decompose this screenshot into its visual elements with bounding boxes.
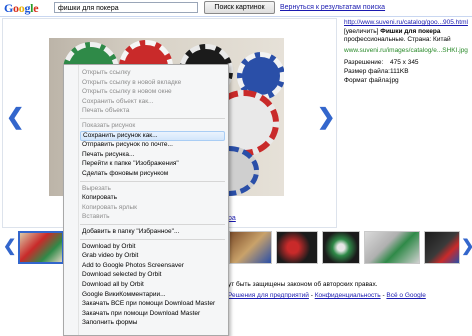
footer-separator: - — [382, 292, 385, 299]
context-menu-item: Сохранить объект как... — [82, 97, 154, 105]
context-menu-item[interactable]: Сохранить рисунок как... — [80, 130, 225, 141]
image-caption-link[interactable]: ра — [228, 215, 236, 222]
context-menu-item[interactable]: Печать рисунка... — [80, 150, 225, 160]
thumbnail-selected[interactable] — [18, 231, 64, 264]
context-menu: Открыть ссылку Открыть ссылку в новой вкл… — [63, 64, 229, 336]
context-menu-item: Открыть ссылку в новой вкладке — [82, 78, 182, 86]
context-menu-item: Вставить — [82, 213, 110, 221]
info-label: Формат файла: — [344, 77, 391, 84]
business-solutions-link[interactable]: Решения для предприятий — [228, 292, 309, 299]
context-menu-item: Открыть ссылку в новом окне — [82, 88, 172, 96]
context-menu-item[interactable]: Grab video by Orbit — [80, 251, 225, 261]
description-title: Фишки для покера — [380, 28, 441, 35]
context-menu-item[interactable]: Отправить рисунок по почте... — [80, 140, 225, 150]
source-page-link[interactable]: http://www.suveni.ru/catalog/goo...905.h… — [344, 19, 468, 26]
image-file-url[interactable]: www.suveni.ru/images/catalog/e...SHKI.jp… — [344, 47, 468, 54]
context-menu-item: Показать рисунок — [82, 122, 136, 129]
back-to-results-link[interactable]: Вернуться к результатам поиска — [280, 4, 385, 11]
enlarge-link[interactable]: [увеличить] — [344, 28, 378, 35]
context-menu-item: Копировать ярлык — [82, 203, 138, 211]
search-input[interactable]: фишки для покера — [54, 2, 198, 13]
thumbnail[interactable] — [364, 231, 420, 264]
menu-separator — [80, 118, 225, 119]
context-menu-item[interactable]: Сделать фоновым рисунком — [80, 169, 225, 179]
context-menu-item: Печать объекта — [82, 107, 130, 115]
thumbnail[interactable] — [229, 231, 272, 264]
previous-image-arrow-icon[interactable]: ❮ — [6, 106, 24, 128]
image-description: [увеличить] Фишки для покера профессиона… — [344, 28, 469, 44]
about-google-link[interactable]: Всё о Google — [386, 292, 425, 299]
context-menu-item[interactable]: Download by Orbit — [80, 242, 225, 252]
context-menu-item[interactable]: Закачать при помощи Download Master — [80, 309, 225, 319]
description-text: профессиональные. Страна: Китай — [344, 36, 451, 43]
thumbnail[interactable] — [276, 231, 318, 264]
info-row-file-format: Формат файла: jpg — [344, 77, 399, 84]
logo-letter: G — [4, 1, 14, 15]
strip-previous-arrow-icon[interactable]: ❮ — [3, 236, 16, 258]
info-row-resolution: Разрешение: 475 x 345 — [344, 59, 419, 66]
context-menu-item[interactable]: Перейти к папке "Изображения" — [80, 159, 225, 169]
thumbnail[interactable] — [424, 231, 460, 264]
context-menu-item[interactable]: Add to Google Photos Screensaver — [80, 261, 225, 271]
context-menu-item: Открыть ссылку — [82, 69, 131, 76]
footer-links: Решения для предприятий - Конфиденциальн… — [228, 292, 426, 299]
context-menu-item[interactable]: Download all by Orbit — [80, 280, 225, 290]
menu-separator — [80, 180, 225, 182]
footer-separator: - — [310, 292, 313, 299]
privacy-link[interactable]: Конфиденциальность — [315, 292, 381, 299]
info-label: Размер файла: — [344, 68, 390, 75]
context-menu-item[interactable]: Google ВикиКомментарии... — [80, 290, 225, 300]
copyright-notice: ут быть защищены законом об авторских пр… — [228, 281, 378, 288]
menu-icon-gutter — [78, 65, 79, 335]
info-row-file-size: Размер файла: 111KB — [344, 68, 409, 75]
context-menu-item[interactable]: Закачать ВСЕ при помощи Download Master — [80, 299, 225, 309]
thumbnail[interactable] — [322, 231, 360, 264]
context-menu-item[interactable]: Копировать — [80, 193, 225, 203]
context-menu-item[interactable]: Download selected by Orbit — [80, 270, 225, 280]
menu-separator — [80, 224, 225, 225]
logo-letter: e — [33, 1, 39, 15]
next-image-arrow-icon[interactable]: ❯ — [317, 106, 335, 128]
search-images-button[interactable]: Поиск картинок — [204, 1, 275, 14]
info-label: Разрешение: — [344, 59, 384, 66]
menu-separator — [80, 238, 225, 240]
context-menu-item[interactable]: Заполнить формы — [80, 318, 225, 328]
info-value: jpg — [390, 77, 399, 84]
info-value: 111KB — [390, 68, 409, 75]
info-value: 475 x 345 — [390, 59, 419, 66]
strip-next-arrow-icon[interactable]: ❯ — [461, 236, 472, 258]
context-menu-item: Вырезать — [82, 184, 111, 192]
google-logo[interactable]: Google — [4, 1, 39, 16]
context-menu-item[interactable]: Добавить в папку "Избранное"... — [80, 227, 225, 237]
header-divider — [0, 16, 472, 17]
